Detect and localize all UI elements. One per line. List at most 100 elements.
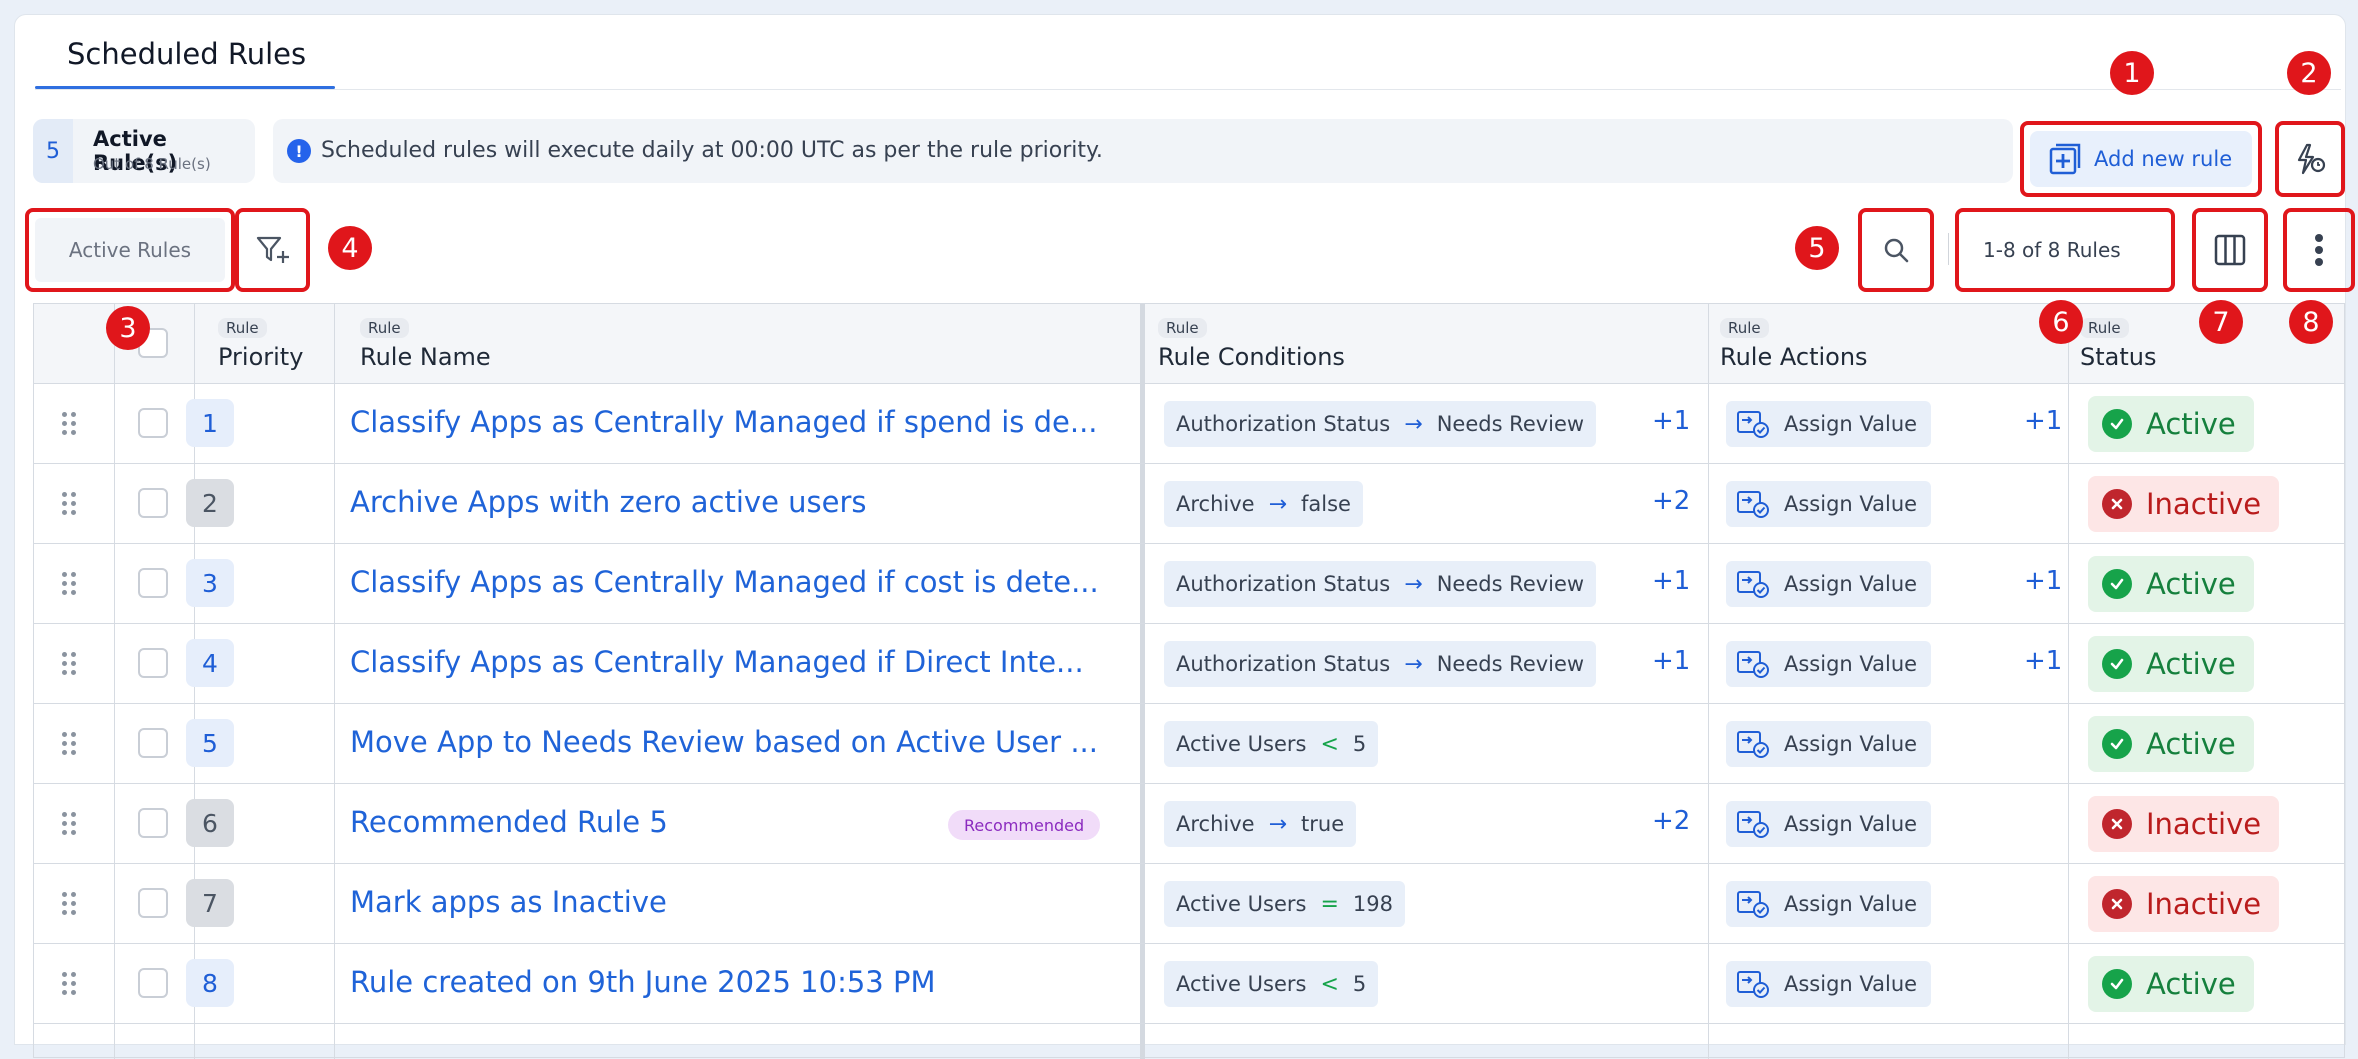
drag-handle-icon[interactable] bbox=[62, 732, 76, 756]
add-filter-button[interactable] bbox=[235, 208, 310, 292]
more-conditions-count[interactable]: +1 bbox=[1652, 566, 1690, 596]
header-actions-prefix: Rule bbox=[1720, 318, 1769, 338]
header-rule-name[interactable]: Rule Rule Name bbox=[360, 318, 491, 371]
condition-operator: → bbox=[1404, 571, 1423, 597]
add-new-rule-button[interactable]: Add new rule bbox=[2030, 131, 2252, 187]
status-badge[interactable]: Active bbox=[2088, 396, 2254, 452]
rule-name-link[interactable]: Recommended Rule 5 bbox=[350, 805, 668, 839]
row-checkbox[interactable] bbox=[138, 408, 168, 438]
status-badge[interactable]: Active bbox=[2088, 636, 2254, 692]
more-options-button[interactable] bbox=[2283, 208, 2355, 292]
search-icon bbox=[1884, 238, 1909, 263]
priority-badge: 3 bbox=[186, 559, 234, 607]
table-row[interactable]: 3 Classify Apps as Centrally Managed if c… bbox=[34, 544, 2344, 624]
add-rule-icon bbox=[2049, 143, 2081, 175]
status-badge[interactable]: Active bbox=[2088, 556, 2254, 612]
rule-name-link[interactable]: Classify Apps as Centrally Managed if co… bbox=[350, 565, 1099, 599]
action-label: Assign Value bbox=[1784, 812, 1918, 836]
drag-handle-icon[interactable] bbox=[62, 892, 76, 916]
status-badge[interactable]: Active bbox=[2088, 956, 2254, 1012]
condition-field: Authorization Status bbox=[1176, 652, 1391, 676]
row-checkbox[interactable] bbox=[138, 568, 168, 598]
header-priority[interactable]: Rule Priority bbox=[218, 318, 303, 371]
table-row[interactable]: 7 Mark apps as Inactive Active Users = 198 As… bbox=[34, 864, 2344, 944]
header-rule-actions[interactable]: Rule Rule Actions bbox=[1720, 318, 1868, 371]
table-row[interactable]: 8 Rule created on 9th June 2025 10:53 PM A… bbox=[34, 944, 2344, 1024]
condition-field: Active Users bbox=[1176, 732, 1307, 756]
action-label: Assign Value bbox=[1784, 412, 1918, 436]
priority-badge: 5 bbox=[186, 719, 234, 767]
action-chip: Assign Value bbox=[1726, 961, 1932, 1007]
condition-value: 5 bbox=[1352, 972, 1367, 996]
more-conditions-count[interactable]: +1 bbox=[1652, 406, 1690, 436]
rule-name-link[interactable]: Classify Apps as Centrally Managed if sp… bbox=[350, 405, 1098, 439]
assign-value-icon bbox=[1737, 571, 1769, 598]
bolt-clock-icon bbox=[2297, 143, 2326, 175]
row-checkbox[interactable] bbox=[138, 728, 168, 758]
table-row[interactable]: 2 Archive Apps with zero active users Arch… bbox=[34, 464, 2344, 544]
header-rule-conditions[interactable]: Rule Rule Conditions bbox=[1158, 318, 1345, 371]
active-rules-filter-label: Active Rules bbox=[35, 218, 225, 282]
header-status-prefix: Rule bbox=[2080, 318, 2129, 338]
status-label: Active bbox=[2146, 647, 2236, 681]
more-conditions-count[interactable]: +2 bbox=[1652, 486, 1690, 516]
rule-name-link[interactable]: Classify Apps as Centrally Managed if Di… bbox=[350, 645, 1084, 679]
drag-handle-icon[interactable] bbox=[62, 492, 76, 516]
active-rules-filter-chip[interactable]: Active Rules bbox=[25, 208, 235, 292]
condition-operator: → bbox=[1268, 491, 1288, 517]
row-checkbox[interactable] bbox=[138, 808, 168, 838]
header-name-label: Rule Name bbox=[360, 343, 491, 371]
active-rules-subtitle: Out of 8 Rule(s) bbox=[93, 155, 211, 173]
recommended-badge: Recommended bbox=[948, 810, 1101, 840]
x-circle-icon bbox=[2102, 809, 2132, 839]
check-circle-icon bbox=[2102, 969, 2132, 999]
columns-button[interactable] bbox=[2192, 208, 2268, 292]
search-button[interactable] bbox=[1858, 208, 1934, 292]
condition-chip: Authorization Status → Needs Review bbox=[1164, 641, 1597, 687]
annotation-marker-4: 4 bbox=[328, 226, 372, 270]
action-chip: Assign Value bbox=[1726, 801, 1932, 847]
pagination-summary: 1-8 of 8 Rules bbox=[1955, 208, 2175, 292]
row-checkbox[interactable] bbox=[138, 648, 168, 678]
status-badge[interactable]: Inactive bbox=[2088, 796, 2280, 852]
status-label: Active bbox=[2146, 567, 2236, 601]
more-conditions-count[interactable]: +1 bbox=[1652, 646, 1690, 676]
row-checkbox[interactable] bbox=[138, 488, 168, 518]
status-badge[interactable]: Active bbox=[2088, 716, 2254, 772]
more-vertical-icon bbox=[2315, 234, 2323, 266]
action-label: Assign Value bbox=[1784, 572, 1918, 596]
status-badge[interactable]: Inactive bbox=[2088, 876, 2280, 932]
header-conditions-label: Rule Conditions bbox=[1158, 343, 1345, 371]
more-conditions-count[interactable]: +2 bbox=[1652, 806, 1690, 836]
status-label: Active bbox=[2146, 407, 2236, 441]
status-badge[interactable]: Inactive bbox=[2088, 476, 2280, 532]
drag-handle-icon[interactable] bbox=[62, 412, 76, 436]
status-label: Inactive bbox=[2146, 487, 2262, 521]
table-row[interactable]: 5 Move App to Needs Review based on Activ… bbox=[34, 704, 2344, 784]
condition-value: false bbox=[1301, 492, 1351, 516]
table-row[interactable]: 1 Classify Apps as Centrally Managed if s… bbox=[34, 384, 2344, 464]
header-priority-label: Priority bbox=[218, 343, 304, 371]
row-checkbox[interactable] bbox=[138, 968, 168, 998]
action-label: Assign Value bbox=[1784, 652, 1918, 676]
row-checkbox[interactable] bbox=[138, 888, 168, 918]
priority-badge: 7 bbox=[186, 879, 234, 927]
drag-handle-icon[interactable] bbox=[62, 812, 76, 836]
rule-name-link[interactable]: Move App to Needs Review based on Active… bbox=[350, 725, 1098, 759]
run-automation-button[interactable] bbox=[2275, 121, 2345, 197]
drag-handle-icon[interactable] bbox=[62, 652, 76, 676]
rule-name-link[interactable]: Rule created on 9th June 2025 10:53 PM bbox=[350, 965, 935, 999]
drag-handle-icon[interactable] bbox=[62, 972, 76, 996]
table-row[interactable]: 4 Classify Apps as Centrally Managed if D… bbox=[34, 624, 2344, 704]
condition-value: 198 bbox=[1352, 892, 1393, 916]
table-row[interactable]: 6 Recommended Rule 5 Recommended Archive → tr… bbox=[34, 784, 2344, 864]
tab-scheduled-rules[interactable]: Scheduled Rules bbox=[67, 37, 306, 71]
header-status[interactable]: Rule Status bbox=[2080, 318, 2156, 371]
drag-handle-icon[interactable] bbox=[62, 572, 76, 596]
more-actions-count[interactable]: +1 bbox=[2024, 646, 2062, 676]
rule-name-link[interactable]: Archive Apps with zero active users bbox=[350, 485, 867, 519]
more-actions-count[interactable]: +1 bbox=[2024, 406, 2062, 436]
annotation-marker-3: 3 bbox=[106, 306, 150, 350]
more-actions-count[interactable]: +1 bbox=[2024, 566, 2062, 596]
rule-name-link[interactable]: Mark apps as Inactive bbox=[350, 885, 667, 919]
